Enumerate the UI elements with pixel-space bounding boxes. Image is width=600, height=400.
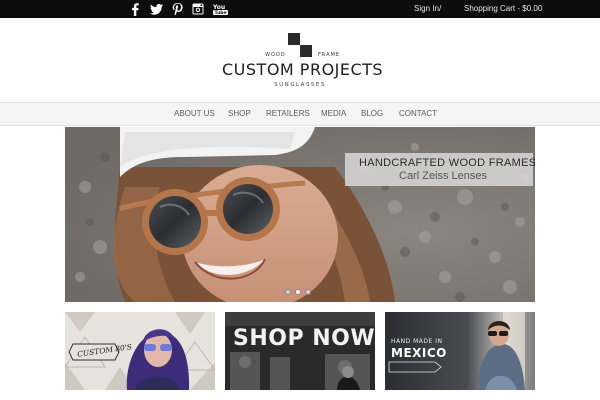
- svg-text:Tube: Tube: [214, 10, 226, 15]
- instagram-icon[interactable]: [191, 2, 205, 16]
- hero-title: HANDCRAFTED WOOD FRAMES: [359, 157, 535, 169]
- top-bar: You Tube Sign In / Shopping Cart - $0.00: [0, 0, 600, 18]
- facebook-icon[interactable]: [128, 2, 142, 16]
- twitter-icon[interactable]: [149, 2, 163, 16]
- pinterest-icon[interactable]: [170, 2, 184, 16]
- nav-item-blog[interactable]: BLOG: [361, 109, 383, 119]
- logo-title: CUSTOM PROJECTS: [222, 60, 384, 79]
- shopping-cart-link[interactable]: Shopping Cart - $0.00: [464, 4, 542, 14]
- tile-made-in-mexico-line2: MEXICO: [391, 346, 447, 360]
- logo-word-frame: FRAME: [318, 52, 341, 58]
- topbar-separator: /: [439, 4, 442, 13]
- sign-in-link[interactable]: Sign In: [414, 4, 439, 14]
- tile-made-in-mexico-line1: HAND MADE IN: [391, 338, 443, 345]
- logo-subtitle: SUNGLASSES: [274, 82, 326, 88]
- slider-dots: [285, 289, 311, 295]
- youtube-icon[interactable]: You Tube: [212, 2, 228, 16]
- main-nav: ABOUT US SHOP RETAILERS MEDIA BLOG CONTA…: [0, 102, 600, 126]
- tile-shop-now-text: SHOP NOW: [233, 326, 375, 351]
- nav-item-contact[interactable]: CONTACT: [399, 109, 437, 119]
- slider-dot-1[interactable]: [285, 289, 291, 295]
- hero-caption: HANDCRAFTED WOOD FRAMES Carl Zeiss Lense…: [345, 153, 535, 186]
- logo-mark: [288, 33, 312, 57]
- nav-item-shop[interactable]: SHOP: [228, 109, 251, 119]
- site-header: WOOD FRAME CUSTOM PROJECTS SUNGLASSES: [0, 18, 600, 102]
- slider-dot-3[interactable]: [305, 289, 311, 295]
- svg-text:You: You: [213, 4, 225, 11]
- logo[interactable]: WOOD FRAME CUSTOM PROJECTS SUNGLASSES: [0, 18, 600, 102]
- slider-dot-2[interactable]: [295, 289, 301, 295]
- hero-slider[interactable]: HANDCRAFTED WOOD FRAMES Carl Zeiss Lense…: [65, 127, 535, 302]
- nav-item-media[interactable]: MEDIA: [321, 109, 346, 119]
- nav-item-about-us[interactable]: ABOUT US: [174, 109, 215, 119]
- logo-word-wood: WOOD: [265, 52, 286, 58]
- hero-subtitle: Carl Zeiss Lenses: [399, 170, 488, 182]
- tile-shop-now[interactable]: SHOP NOW: [225, 312, 375, 390]
- nav-item-retailers[interactable]: RETAILERS: [266, 109, 310, 119]
- tile-custom-80s[interactable]: CUSTOM 80'S: [65, 312, 215, 390]
- tile-made-in-mexico[interactable]: HAND MADE IN MEXICO: [385, 312, 535, 390]
- tile-shop-now-image: [225, 312, 375, 390]
